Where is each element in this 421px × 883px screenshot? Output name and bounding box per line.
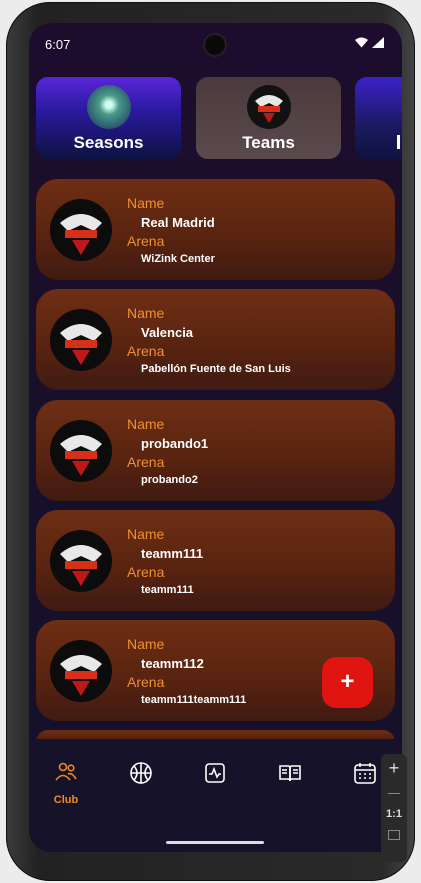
wifi-icon: [355, 37, 368, 48]
name-label: Name: [127, 636, 165, 652]
tab-teams[interactable]: Teams: [196, 77, 341, 159]
activity-icon: [205, 763, 225, 783]
arena-label: Arena: [127, 343, 165, 359]
team-logo: [50, 420, 112, 482]
team-logo: [50, 640, 112, 702]
tab-next[interactable]: [355, 77, 402, 159]
name-label: Name: [127, 416, 165, 432]
nav-calendar[interactable]: [345, 761, 385, 790]
nav-rules[interactable]: [270, 761, 310, 790]
screenshot-icon[interactable]: [388, 830, 400, 840]
team-logo: [50, 530, 112, 592]
team-badge-image: [246, 85, 291, 129]
team-name: teamm111: [141, 546, 204, 561]
zoom-in-button[interactable]: +: [381, 758, 407, 779]
trophy-image: [86, 85, 131, 129]
tab-teams-label: Teams: [242, 133, 295, 152]
team-arena: WiZink Center: [141, 253, 215, 265]
front-camera: [205, 35, 225, 55]
team-arena: teamm111teamm111: [141, 694, 247, 706]
team-logo: [50, 309, 112, 371]
nav-club[interactable]: Club: [46, 761, 86, 806]
device-frame: 6:07 Seasons Teams Name Real Madrid Aren…: [6, 2, 415, 881]
club-icon: [55, 762, 77, 781]
zoom-ratio-button[interactable]: 1:1: [381, 808, 407, 820]
home-indicator[interactable]: [166, 841, 264, 844]
category-tabs: Seasons Teams: [36, 77, 402, 159]
tab-seasons[interactable]: Seasons: [36, 77, 181, 159]
team-arena: teamm111: [141, 584, 194, 596]
team-card[interactable]: Name Valencia Arena Pabellón Fuente de S…: [36, 289, 395, 390]
book-icon: [279, 765, 301, 782]
nav-games[interactable]: [121, 761, 161, 790]
team-card[interactable]: Name teamm111 Arena teamm111: [36, 510, 395, 611]
basketball-icon: [130, 762, 152, 784]
name-label: Name: [127, 526, 165, 542]
arena-label: Arena: [127, 674, 165, 690]
app-screen: 6:07 Seasons Teams Name Real Madrid Aren…: [29, 23, 402, 852]
team-card[interactable]: Name probando1 Arena probando2: [36, 400, 395, 501]
arena-label: Arena: [127, 454, 165, 470]
team-name: Valencia: [141, 325, 194, 340]
team-card[interactable]: Name Real Madrid Arena WiZink Center: [36, 179, 395, 280]
calendar-icon: [354, 763, 376, 784]
team-name: Real Madrid: [141, 215, 215, 230]
team-arena: Pabellón Fuente de San Luis: [141, 363, 291, 375]
team-arena: probando2: [141, 474, 198, 486]
zoom-out-button[interactable]: [388, 793, 400, 794]
nav-club-label: Club: [53, 794, 79, 806]
status-bar: 6:07: [29, 23, 402, 65]
bottom-nav: Club: [29, 739, 402, 852]
team-name: probando1: [141, 436, 209, 451]
emulator-zoom-panel: + 1:1: [381, 754, 407, 862]
arena-label: Arena: [127, 564, 165, 580]
status-time: 6:07: [45, 37, 71, 52]
arena-label: Arena: [127, 233, 165, 249]
name-label: Name: [127, 195, 165, 211]
tab-next-label-fragment: [397, 135, 400, 149]
tab-seasons-label: Seasons: [73, 133, 144, 152]
team-logo: [50, 199, 112, 261]
name-label: Name: [127, 305, 165, 321]
nav-stats[interactable]: [195, 761, 235, 790]
add-team-button[interactable]: +: [322, 657, 373, 708]
team-name: teamm112: [141, 656, 204, 671]
signal-icon: [372, 37, 384, 48]
